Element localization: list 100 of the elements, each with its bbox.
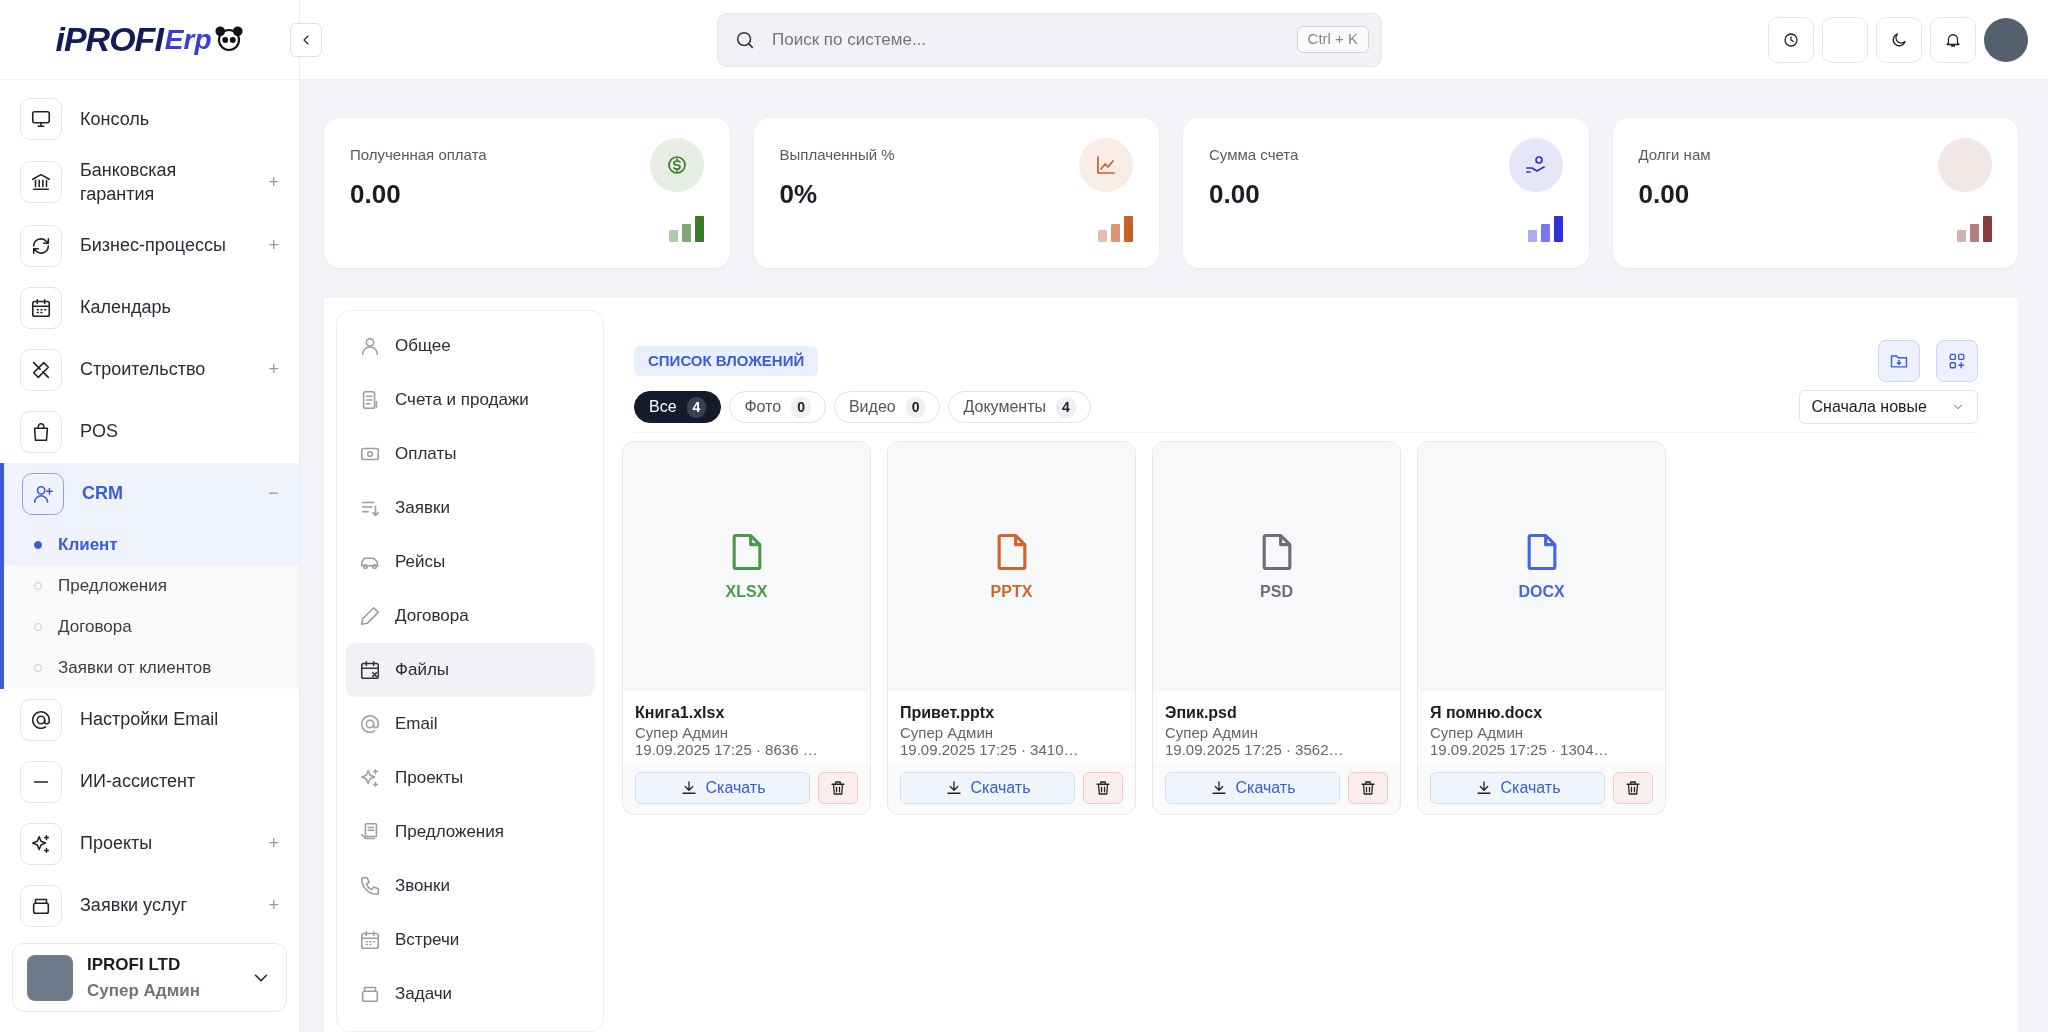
delete-button[interactable] [1083,772,1123,804]
sidebar-item[interactable]: Консоль [0,88,299,150]
sidebar-item[interactable]: Банковская гарантия + [0,150,299,215]
file-name: Книга1.xlsx [635,703,726,723]
trash-icon [1094,779,1112,797]
file-meta: 19.09.2025 17:25 · 3410… [900,741,1080,758]
download-button[interactable]: Скачать [1165,772,1340,804]
tab[interactable]: Общее [345,319,595,373]
history-button[interactable] [1768,16,1814,63]
logo-text: Erp [164,22,212,57]
file-type-label: PSD [1260,581,1293,602]
photo-placeholder [27,954,73,1001]
submenu-item[interactable]: Заявки от клиентов [4,647,299,689]
tab[interactable]: Заявки [345,481,595,535]
at-icon [30,708,52,731]
calendar-x-icon [359,659,381,681]
sidebar-item[interactable]: Строительство + [0,338,299,401]
download-icon [679,779,698,797]
file-meta: 19.09.2025 17:25 · 3562… [1165,741,1345,758]
sidebar-item[interactable]: Заявки услуг + [0,874,299,933]
file-author: Супер Админ [1165,725,1260,742]
file-name: Привет.pptx [900,703,996,723]
submenu-item[interactable]: Предложения [4,565,299,607]
tab[interactable]: Предложения [345,805,595,859]
theme-toggle-button[interactable] [1876,16,1922,63]
section-title: СПИСОК ВЛОЖЕНИЙ [634,345,819,377]
filter-chip[interactable]: Фото 0 [729,391,826,423]
tab[interactable]: Звонки [345,859,595,913]
sort-select[interactable]: Сначала новые [1798,390,1978,424]
download-button[interactable]: Скачать [900,772,1075,804]
filter-chip[interactable]: Видео 0 [833,391,941,423]
file-meta: 19.09.2025 17:25 · 1304… [1430,741,1610,758]
filter-chip[interactable]: Документы 4 [948,391,1091,423]
stat-label: Выплаченный % [779,145,896,165]
file-name: Я помню.docx [1430,703,1544,723]
filter-chip[interactable]: Все 4 [634,391,722,423]
download-icon [1474,779,1493,797]
user-icon [359,335,381,357]
submenu-item[interactable]: Клиент [4,524,299,566]
sparkles-icon [30,832,52,855]
delete-button[interactable] [1613,772,1653,804]
sparkles-icon [359,767,381,789]
calendar-icon [30,296,52,319]
file-type-label: XLSX [725,581,768,602]
delete-button[interactable] [1348,772,1388,804]
tab[interactable]: Счета и продажи [345,373,595,427]
trash-icon [829,779,847,797]
user-card[interactable]: IPROFI LTD Супер Админ [12,943,287,1012]
avatar[interactable] [1984,17,2028,62]
tab[interactable]: Файлы [345,643,595,697]
search-field[interactable]: Поиск по системе... Ctrl + K [717,12,1382,67]
stat-label: Сумма счета [1209,145,1300,165]
download-button[interactable]: Скачать [1430,772,1605,804]
stat-value: 0.00 [350,177,402,211]
chart-icon [1094,153,1118,177]
file-author: Супер Админ [635,725,730,742]
logo-text: iPROFI [55,19,163,60]
sidebar-item[interactable]: Бизнес-процессы + [0,214,299,277]
tab[interactable]: Проекты [345,751,595,805]
search-input[interactable]: Поиск по системе... [770,25,1283,54]
file-author: Супер Админ [1430,725,1525,742]
icon-circle [1938,138,1992,192]
sidebar-item[interactable]: Настройки Email [0,688,299,751]
download-icon [1209,779,1228,797]
stat-value: 0% [779,177,819,211]
submenu-item[interactable]: Договора [4,606,299,648]
sidebar-item[interactable]: Календарь [0,276,299,339]
sidebar-item[interactable]: CRM − [0,462,299,525]
trash-icon [1359,779,1377,797]
file-author: Супер Админ [900,725,995,742]
company-name: IPROFI LTD [87,954,182,976]
stat-label: Долги нам [1638,145,1712,165]
tab[interactable]: Оплаты [345,427,595,481]
file-type-label: PPTX [990,581,1033,602]
upload-folder-button[interactable] [1878,340,1920,382]
tab[interactable]: Встречи [345,913,595,967]
tab[interactable]: Email [345,697,595,751]
download-button[interactable]: Скачать [635,772,810,804]
stat-value: 0.00 [1638,177,1691,211]
tab[interactable]: Задачи [345,967,595,1021]
add-widget-button[interactable] [1936,340,1978,382]
file-type-label: DOCX [1518,581,1565,602]
sidebar-item[interactable]: Проекты + [0,812,299,875]
user-role: Супер Админ [87,979,201,1002]
tab[interactable]: Рейсы [345,535,595,589]
sidebar-item[interactable]: ИИ-ассистент [0,750,299,813]
clock-icon [1782,30,1800,49]
download-icon [944,779,963,797]
calendar-icon [359,929,381,951]
pen-icon [359,605,381,627]
shortcut-hint: Ctrl + K [1296,26,1369,53]
delete-button[interactable] [818,772,858,804]
moon-icon [1890,30,1908,49]
tab[interactable]: Договора [345,589,595,643]
phone-icon [359,875,381,897]
stat-label: Полученная оплата [350,145,488,165]
grid-add-icon [1947,351,1967,371]
sidebar-item[interactable]: POS [0,400,299,463]
file-name: Эпик.psd [1165,703,1238,723]
notifications-button[interactable] [1930,16,1976,63]
